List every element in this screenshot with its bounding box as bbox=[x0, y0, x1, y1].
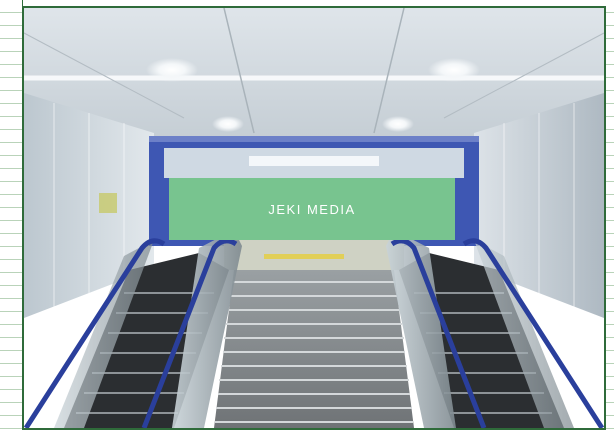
station-photo-frame: JEKI MEDIA bbox=[22, 6, 606, 430]
ruled-margin-left bbox=[0, 0, 23, 430]
jeki-media-sign: JEKI MEDIA bbox=[169, 178, 455, 240]
ruled-margin-right bbox=[606, 0, 614, 430]
